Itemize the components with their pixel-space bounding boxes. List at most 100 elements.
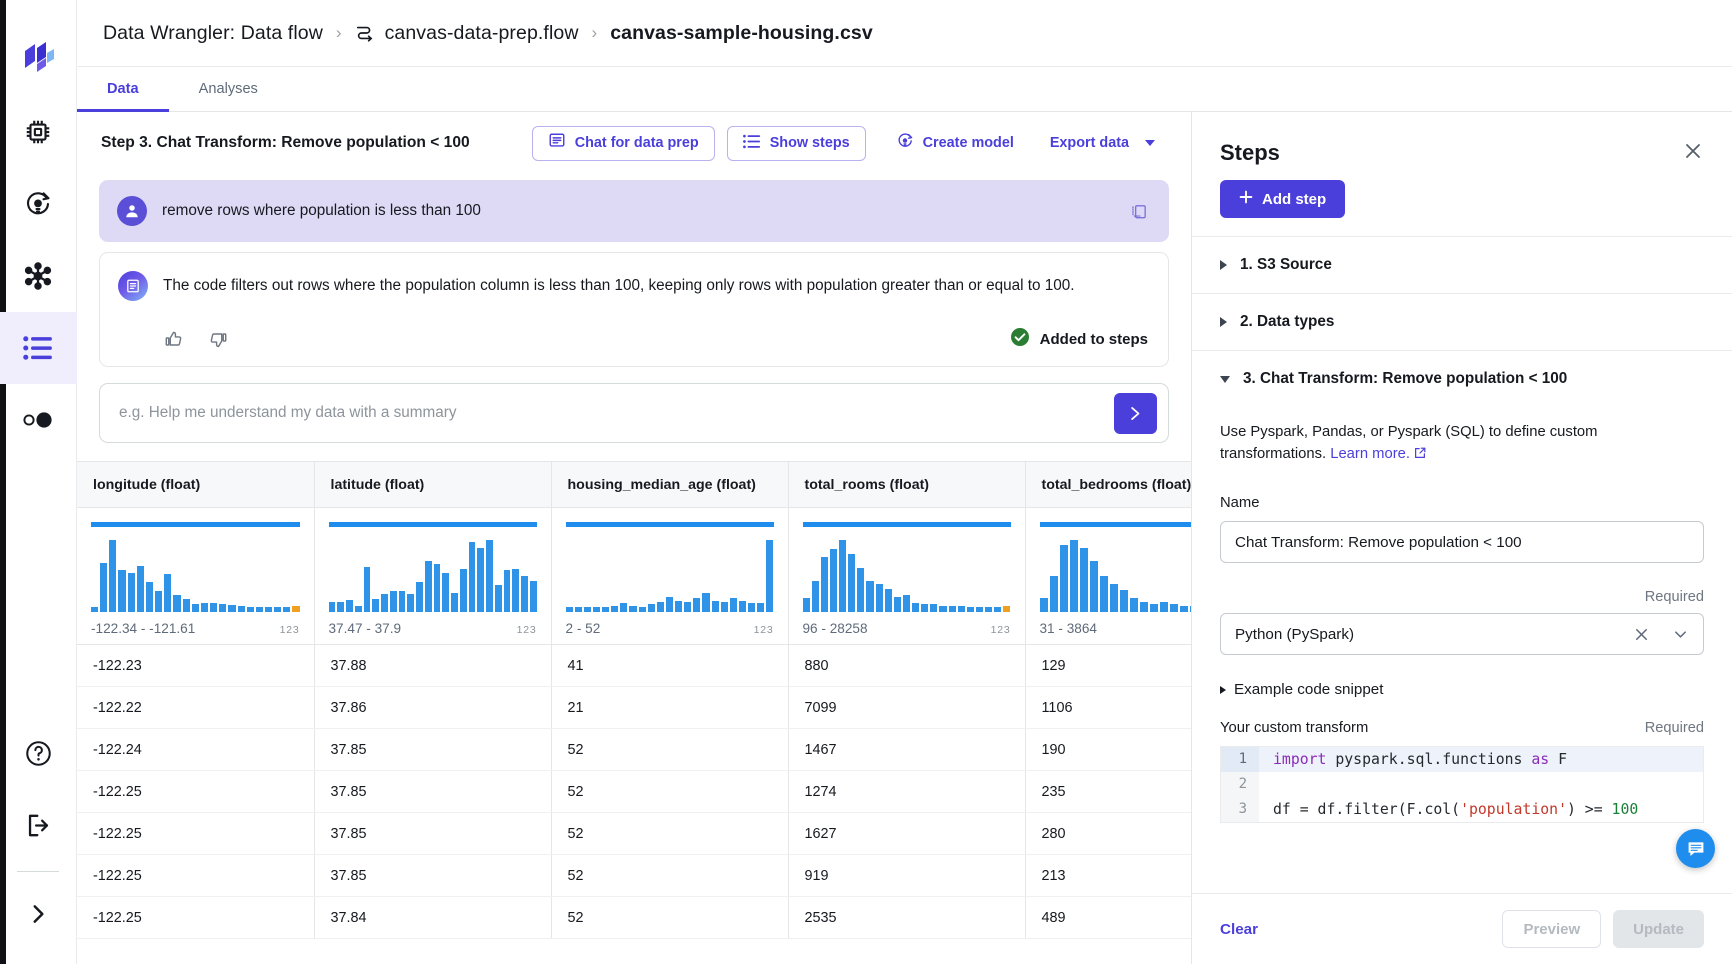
histogram-bar [183,599,190,612]
histogram-footer: 96 - 28258123 [803,621,1011,636]
code-line-text: import pyspark.sql.functions as F [1259,751,1567,768]
close-icon[interactable] [1682,140,1704,167]
histogram-bar [1170,604,1178,612]
table-row[interactable]: -122.2537.8552919213 [77,855,1191,897]
chat-panel: remove rows where population is less tha… [77,174,1191,443]
chevron-down-icon[interactable] [1672,626,1689,643]
step-row-s3-source[interactable]: 1. S3 Source [1192,236,1732,293]
code-editor[interactable]: 1import pyspark.sql.functions as F23df =… [1220,746,1704,823]
table-row[interactable]: -122.2537.85521274235 [77,771,1191,813]
table-row[interactable]: -122.2437.85521467190 [77,729,1191,771]
histogram-bar [639,607,646,612]
histogram-bar [337,602,344,613]
breadcrumb-separator-1: › [336,23,342,43]
histogram-bar [894,597,901,612]
create-model-button[interactable]: Create model [884,126,1026,161]
user-avatar-icon [117,196,147,226]
histogram-bar [839,540,846,612]
code-token: F [1549,751,1567,768]
clear-selection-icon[interactable] [1633,626,1650,643]
numeric-type-badge: 123 [991,624,1011,636]
preview-button[interactable]: Preview [1502,910,1601,948]
thumbs-down-icon[interactable] [209,330,228,349]
copy-icon[interactable] [1125,198,1151,224]
table-cell: 21 [551,687,788,729]
table-row[interactable]: -122.2337.8841880129 [77,645,1191,687]
code-line: 2 [1221,772,1703,797]
histogram-bar [575,607,582,612]
sidebar-item-jumpstart[interactable] [0,96,77,168]
column-header-total-bedrooms[interactable]: total_bedrooms (float) [1025,462,1191,508]
language-select[interactable]: Python (PySpark) [1220,613,1704,655]
sidebar-item-pipelines[interactable] [0,240,77,312]
code-line-text: df = df.filter(F.col('population') >= 10… [1259,801,1638,818]
chat-user-text: remove rows where population is less tha… [162,202,1110,220]
histogram-bar [684,602,691,612]
histogram-cell-housing-median-age[interactable]: 2 - 52123 [551,508,788,645]
table-cell: -122.24 [77,729,314,771]
histogram-bar [712,601,719,612]
table-body: -122.34 - -121.6112337.47 - 37.91232 - 5… [77,508,1191,939]
histogram-bar [238,606,245,612]
table-row[interactable]: -122.2237.862170991106 [77,687,1191,729]
thumbs-up-icon[interactable] [164,330,183,349]
column-header-total-rooms[interactable]: total_rooms (float) [788,462,1025,508]
sidebar-item-data-wrangler[interactable] [0,312,77,384]
table-row[interactable]: -122.2537.84522535489 [77,897,1191,939]
sagemaker-logo[interactable] [0,18,77,96]
data-table-container[interactable]: longitude (float) latitude (float) housi… [77,461,1191,964]
breadcrumb-flow[interactable]: canvas-data-prep.flow [385,22,579,45]
code-token: 100 [1612,801,1639,818]
histogram-bar [876,584,883,612]
breadcrumb-root[interactable]: Data Wrangler: Data flow [103,22,323,45]
column-header-longitude[interactable]: longitude (float) [77,462,314,508]
name-input[interactable] [1220,521,1704,563]
clear-button[interactable]: Clear [1220,921,1258,938]
histogram-bar [292,606,299,612]
histogram-cell-total-bedrooms[interactable]: 31 - 3864123 [1025,508,1191,645]
chat-for-data-prep-button[interactable]: Chat for data prep [532,126,715,161]
histogram-bar [976,607,983,612]
custom-transform-required: Required [1645,720,1704,736]
histogram-bar [1120,590,1128,612]
code-token: ) >= [1567,801,1612,818]
chat-input[interactable] [119,404,1114,422]
show-steps-button[interactable]: Show steps [727,126,866,161]
main-area: Data Wrangler: Data flow › canvas-data-p… [77,0,1732,964]
histogram-bar [958,606,965,612]
step-row-chat-transform[interactable]: 3. Chat Transform: Remove population < 1… [1192,350,1732,407]
step-row-data-types[interactable]: 2. Data types [1192,293,1732,350]
external-link-icon[interactable] [1413,445,1427,467]
chat-bubble-fab[interactable] [1676,829,1715,868]
step-title: Step 3. Chat Transform: Remove populatio… [101,134,470,152]
add-step-button[interactable]: Add step [1220,180,1345,218]
column-header-housing-median-age[interactable]: housing_median_age (float) [551,462,788,508]
update-button[interactable]: Update [1613,910,1704,948]
logout-icon[interactable] [0,789,77,861]
histogram-bar [648,604,655,612]
table-row[interactable]: -122.2537.85521627280 [77,813,1191,855]
tab-data[interactable]: Data [77,66,169,111]
breadcrumb: Data Wrangler: Data flow › canvas-data-p… [77,0,1732,67]
histogram-cell-total-rooms[interactable]: 96 - 28258123 [788,508,1025,645]
histogram-cell-latitude[interactable]: 37.47 - 37.9123 [314,508,551,645]
histogram-bar [407,594,414,612]
tab-analyses[interactable]: Analyses [169,66,288,111]
export-data-button[interactable]: Export data [1038,126,1167,161]
histogram-bar [830,549,837,612]
histogram-cell-longitude[interactable]: -122.34 - -121.61123 [77,508,314,645]
chevron-right-icon[interactable] [0,878,77,950]
example-code-snippet-expander[interactable]: Example code snippet [1220,681,1704,698]
histogram-bar [109,540,116,612]
left-nav-rail [0,0,77,964]
histogram-bar [1060,545,1068,612]
chat-icon [548,132,566,154]
column-header-latitude[interactable]: latitude (float) [314,462,551,508]
histogram-bar [1150,604,1158,612]
sidebar-item-status[interactable] [0,384,77,456]
send-button[interactable] [1114,393,1157,434]
table-cell: 280 [1025,813,1191,855]
sidebar-item-autopilot[interactable] [0,168,77,240]
learn-more-link[interactable]: Learn more. [1330,446,1410,462]
help-circle-icon[interactable] [0,717,77,789]
